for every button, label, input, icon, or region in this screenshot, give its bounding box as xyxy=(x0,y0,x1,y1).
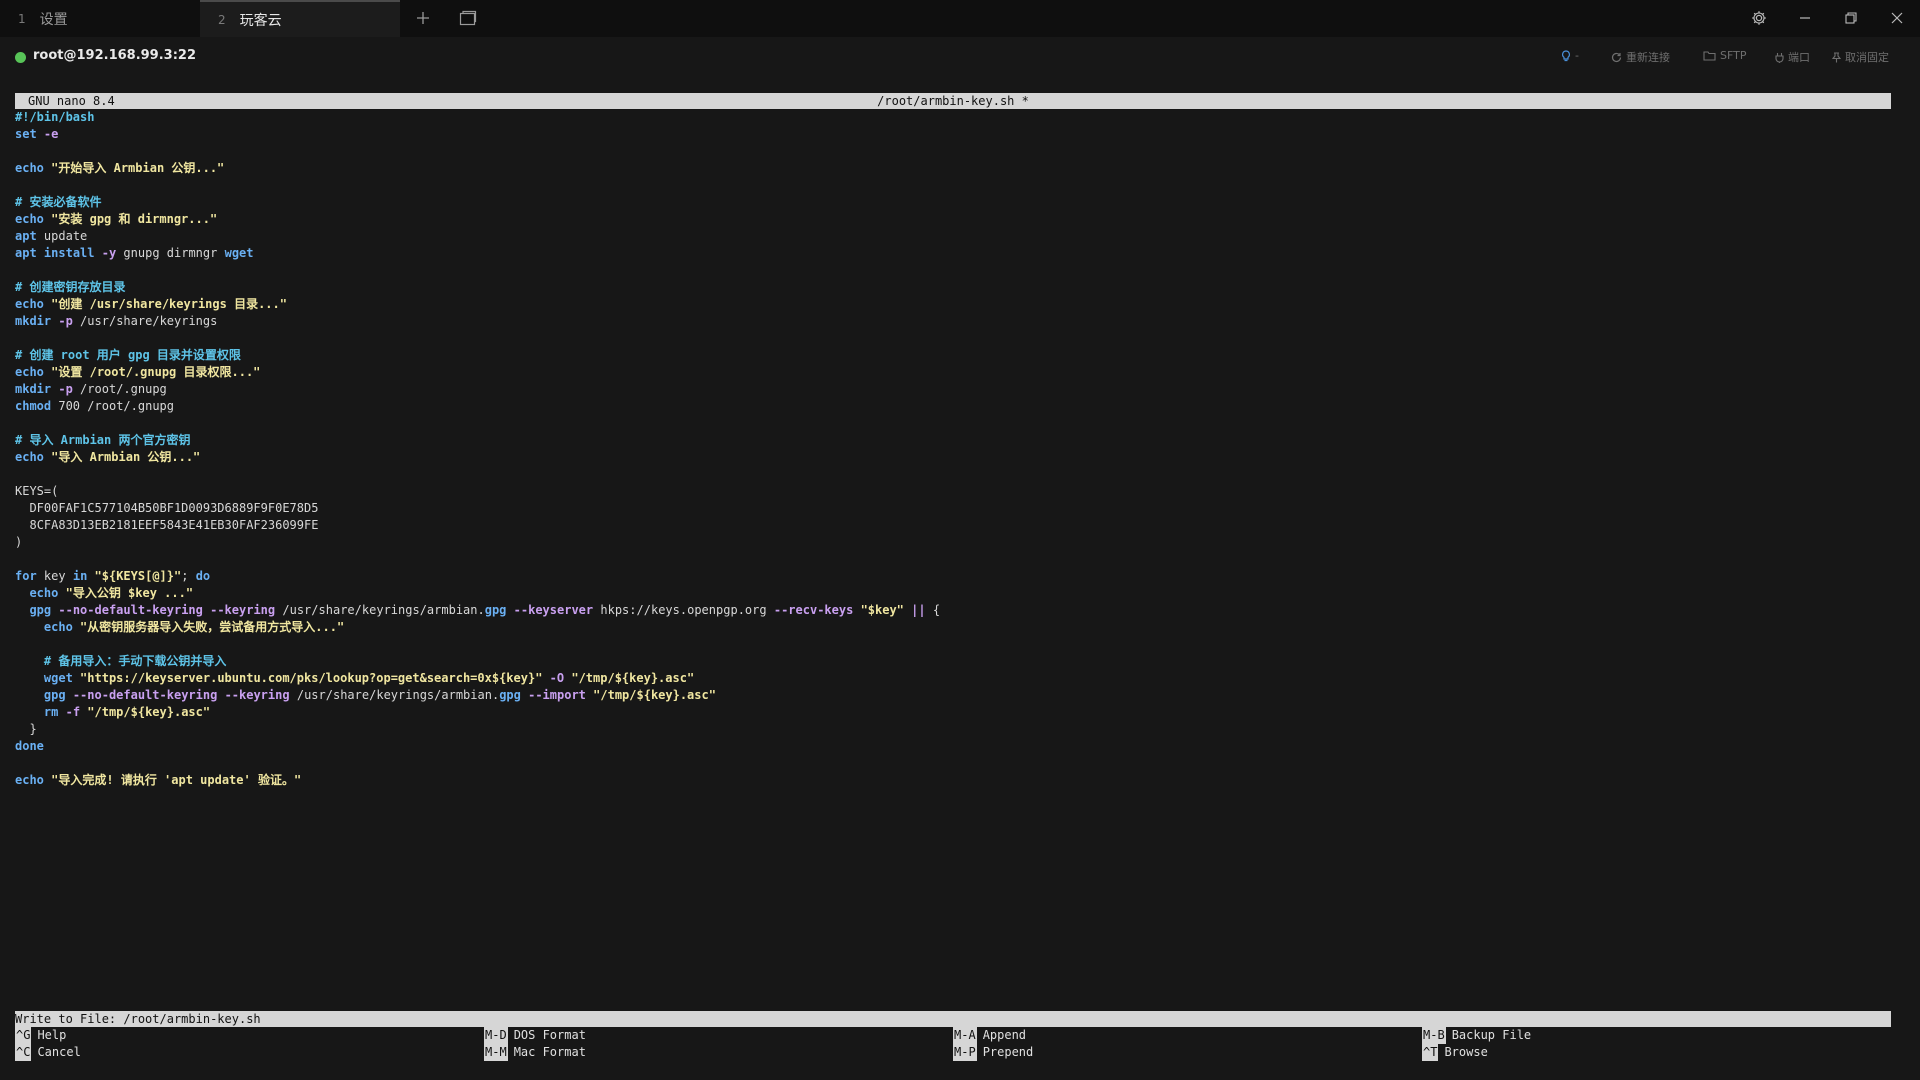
code-line: KEYS=( xyxy=(15,484,59,498)
code-line: gpg --no-default-keyring --keyring /usr/… xyxy=(29,603,941,617)
nano-status-bar[interactable]: Write to File: /root/armbin-key.sh xyxy=(15,1011,1891,1027)
shortcut-backup-file: M-B Backup File xyxy=(1422,1027,1532,1044)
shortcut-dos-format: M-D DOS Format xyxy=(484,1027,586,1044)
code-line: ​ xyxy=(15,177,1891,194)
connection-bar: root@192.168.99.3:22 - 重新连接 SFTP 端口 取消固定 xyxy=(0,37,1920,77)
code-line: ​ xyxy=(15,330,1891,347)
nano-header: GNU nano 8.4 /root/armbin-key.sh * xyxy=(15,93,1891,109)
code-line: ​ xyxy=(15,636,1891,653)
tab-bar: 1 设置 2 玩客云 xyxy=(0,0,1920,37)
code-line: apt install -y gnupg dirmngr wget xyxy=(15,246,254,260)
reconnect-button[interactable]: 重新连接 xyxy=(1611,49,1670,65)
pin-icon xyxy=(1832,51,1841,62)
code-line: DF00FAF1C577104B50BF1D0093D6889F9F0E78D5 xyxy=(29,501,319,515)
code-line: gpg --no-default-keyring --keyring /usr/… xyxy=(43,688,716,702)
plug-icon xyxy=(1775,52,1784,63)
code-line: ​ xyxy=(15,755,1891,772)
port-button[interactable]: 端口 xyxy=(1775,49,1810,65)
tab-label: 玩客云 xyxy=(239,12,282,29)
shortcut-browse: ^T Browse xyxy=(1422,1044,1488,1061)
bulb-button[interactable]: - xyxy=(1561,49,1579,62)
folder-icon xyxy=(1703,51,1716,61)
shortcut-append: M-A Append xyxy=(953,1027,1027,1044)
code-line: echo "安装 gpg 和 dirmngr..." xyxy=(15,212,218,226)
code-line: # 创建 root 用户 gpg 目录并设置权限 xyxy=(15,348,241,362)
sftp-button[interactable]: SFTP xyxy=(1703,49,1746,62)
code-line: ​ xyxy=(15,551,1891,568)
bulb-icon xyxy=(1562,49,1570,61)
connection-status-icon xyxy=(15,52,26,63)
tab-wankeyun[interactable]: 2 玩客云 xyxy=(200,0,400,37)
shortcut-cancel: ^C Cancel xyxy=(15,1044,81,1061)
shortcut-help: ^G Help xyxy=(15,1027,67,1044)
tab-settings[interactable]: 1 设置 xyxy=(0,0,200,37)
code-line: echo "开始导入 Armbian 公钥..." xyxy=(15,161,225,175)
code-line: wget "https://keyserver.ubuntu.com/pks/l… xyxy=(43,671,695,685)
restore-icon[interactable] xyxy=(1831,4,1871,32)
code-line: echo "导入 Armbian 公钥..." xyxy=(15,450,201,464)
code-line: ​ xyxy=(15,262,1891,279)
tab-label: 设置 xyxy=(39,11,68,28)
tab-number: 1 xyxy=(18,11,26,26)
shortcut-mac-format: M-M Mac Format xyxy=(484,1044,586,1061)
code-line: rm -f "/tmp/${key}.asc" xyxy=(43,705,211,719)
gear-icon[interactable] xyxy=(1739,4,1779,32)
status-prompt: Write to File: /root/armbin-key.sh xyxy=(15,1012,261,1026)
code-line: # 备用导入：手动下载公钥并导入 xyxy=(15,654,227,668)
code-line: set -e xyxy=(15,127,59,141)
code-line: mkdir -p /root/.gnupg xyxy=(15,382,167,396)
reconnect-label: 重新连接 xyxy=(1626,51,1670,64)
code-line: ​ xyxy=(15,466,1891,483)
code-line: ) xyxy=(15,535,23,549)
unpin-button[interactable]: 取消固定 xyxy=(1832,49,1889,65)
window-icon[interactable] xyxy=(456,6,480,30)
code-line: # 安装必备软件 xyxy=(15,195,102,209)
tab-number: 2 xyxy=(218,12,226,27)
sftp-label: SFTP xyxy=(1720,49,1747,62)
code-line: ​ xyxy=(15,415,1891,432)
host-label: root@192.168.99.3:22 xyxy=(33,48,197,63)
bulb-label: - xyxy=(1575,49,1579,62)
code-line: echo "导入完成! 请执行 'apt update' 验证。" xyxy=(15,773,302,787)
close-icon[interactable] xyxy=(1877,4,1917,32)
unpin-label: 取消固定 xyxy=(1845,51,1889,64)
code-line: done xyxy=(15,739,44,753)
port-label: 端口 xyxy=(1788,51,1810,64)
code-line: #!/bin/bash xyxy=(15,110,95,124)
code-line: echo "从密钥服务器导入失败，尝试备用方式导入..." xyxy=(43,620,345,634)
editor-content[interactable]: #!/bin/bashset -e​echo "开始导入 Armbian 公钥.… xyxy=(15,109,1891,789)
code-line: } xyxy=(29,722,37,736)
code-line: echo "创建 /usr/share/keyrings 目录..." xyxy=(15,297,287,311)
nano-filename: /root/armbin-key.sh * xyxy=(877,94,1029,108)
code-line: echo "设置 /root/.gnupg 目录权限..." xyxy=(15,365,261,379)
minimize-icon[interactable] xyxy=(1785,4,1825,32)
code-line: # 导入 Armbian 两个官方密钥 xyxy=(15,433,191,447)
code-line: echo "导入公钥 $key ..." xyxy=(29,586,194,600)
code-line: for key in "${KEYS[@]}"; do xyxy=(15,569,211,583)
code-line: mkdir -p /usr/share/keyrings xyxy=(15,314,218,328)
code-line: 8CFA83D13EB2181EEF5843E41EB30FAF236099FE xyxy=(29,518,319,532)
nano-shortcuts: ^G Help M-D DOS Format M-A Append M-B Backup… xyxy=(15,1027,1891,1063)
refresh-icon xyxy=(1611,52,1622,62)
plus-icon[interactable] xyxy=(411,6,435,30)
code-line: ​ xyxy=(15,143,1891,160)
code-line: chmod 700 /root/.gnupg xyxy=(15,399,174,413)
code-line: # 创建密钥存放目录 xyxy=(15,280,126,294)
terminal[interactable]: GNU nano 8.4 /root/armbin-key.sh * #!/bi… xyxy=(15,93,1891,789)
code-line: apt update xyxy=(15,229,88,243)
shortcut-prepend: M-P Prepend xyxy=(953,1044,1034,1061)
